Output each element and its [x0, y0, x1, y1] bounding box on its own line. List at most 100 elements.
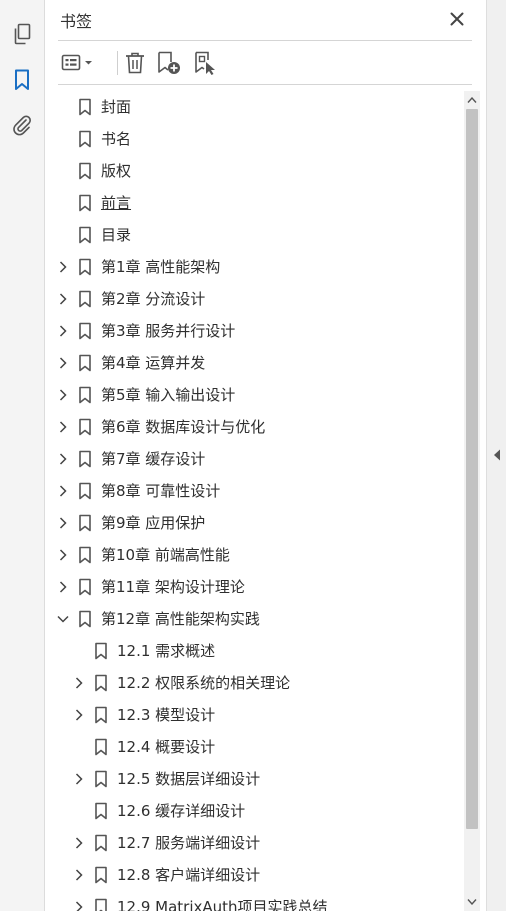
bookmark-panel: 书签 封面 书名 版权 前言 目录 第1章 高性能架构 第2章 分流设计 第3章… — [46, 0, 486, 911]
chevron-right-icon[interactable] — [72, 899, 86, 911]
chevron-right-icon[interactable] — [56, 419, 70, 435]
delete-bookmark-icon[interactable] — [122, 48, 148, 78]
bookmark-label: 第10章 前端高性能 — [101, 546, 230, 564]
chevron-right-icon[interactable] — [72, 675, 86, 691]
bookmark-item[interactable]: 第6章 数据库设计与优化 — [46, 411, 462, 443]
chevron-right-icon[interactable] — [56, 579, 70, 595]
bookmark-icon — [78, 418, 92, 436]
bookmark-label: 12.3 模型设计 — [117, 706, 216, 724]
pane-splitter[interactable] — [486, 0, 506, 911]
bookmark-item[interactable]: 目录 — [46, 219, 462, 251]
bookmark-item[interactable]: 12.9 MatrixAuth项目实践总结 — [46, 891, 462, 911]
bookmark-icon — [78, 546, 92, 564]
bookmark-toolbar — [58, 46, 472, 80]
bookmark-item[interactable]: 版权 — [46, 155, 462, 187]
new-bookmark-icon[interactable] — [154, 48, 184, 78]
vertical-scrollbar[interactable] — [464, 91, 480, 911]
bookmark-icon — [78, 514, 92, 532]
bookmark-label: 第7章 缓存设计 — [101, 450, 206, 468]
bookmark-item[interactable]: 第8章 可靠性设计 — [46, 475, 462, 507]
bookmark-icon — [94, 802, 108, 820]
bookmark-item[interactable]: 12.7 服务端详细设计 — [46, 827, 462, 859]
bookmark-from-selection-icon[interactable] — [190, 48, 220, 78]
bookmark-item[interactable]: 12.3 模型设计 — [46, 699, 462, 731]
bookmark-item[interactable]: 前言 — [46, 187, 462, 219]
chevron-right-icon[interactable] — [56, 323, 70, 339]
bookmark-label: 12.7 服务端详细设计 — [117, 834, 261, 852]
bookmark-label: 第4章 运算并发 — [101, 354, 206, 372]
bookmark-icon — [94, 674, 108, 692]
bookmark-item[interactable]: 第10章 前端高性能 — [46, 539, 462, 571]
bookmark-icon — [78, 610, 92, 628]
bookmark-icon — [78, 578, 92, 596]
bookmark-label: 12.6 缓存详细设计 — [117, 802, 246, 820]
bookmark-icon — [94, 770, 108, 788]
scroll-up-arrow-icon[interactable] — [464, 93, 480, 107]
bookmark-item[interactable]: 第12章 高性能架构实践 — [46, 603, 462, 635]
bookmark-item[interactable]: 第9章 应用保护 — [46, 507, 462, 539]
bookmark-icon — [94, 898, 108, 911]
bookmark-label: 12.8 客户端详细设计 — [117, 866, 261, 884]
bookmark-icon — [78, 386, 92, 404]
chevron-right-icon[interactable] — [56, 515, 70, 531]
bookmark-icon — [94, 738, 108, 756]
bookmark-label: 封面 — [101, 98, 132, 116]
bookmark-label: 第1章 高性能架构 — [101, 258, 221, 276]
close-icon[interactable] — [446, 8, 468, 30]
chevron-right-icon[interactable] — [56, 259, 70, 275]
bookmark-label: 12.5 数据层详细设计 — [117, 770, 261, 788]
bookmark-label: 12.1 需求概述 — [117, 642, 216, 660]
chevron-right-icon[interactable] — [56, 451, 70, 467]
bookmark-label: 第8章 可靠性设计 — [101, 482, 221, 500]
bookmark-item[interactable]: 12.1 需求概述 — [46, 635, 462, 667]
chevron-right-icon[interactable] — [72, 771, 86, 787]
chevron-right-icon[interactable] — [56, 355, 70, 371]
scrollbar-thumb[interactable] — [466, 109, 478, 829]
bookmark-item[interactable]: 第4章 运算并发 — [46, 347, 462, 379]
collapse-arrow-icon[interactable] — [491, 447, 503, 463]
bookmark-icon — [78, 482, 92, 500]
bookmark-label: 第12章 高性能架构实践 — [101, 610, 260, 628]
bookmark-label: 第11章 架构设计理论 — [101, 578, 245, 596]
bookmark-label: 第5章 输入输出设计 — [101, 386, 236, 404]
bookmark-label: 版权 — [101, 162, 132, 180]
bookmark-item[interactable]: 第3章 服务并行设计 — [46, 315, 462, 347]
bookmark-icon — [78, 258, 92, 276]
bookmark-item[interactable]: 12.4 概要设计 — [46, 731, 462, 763]
bookmark-item[interactable]: 第1章 高性能架构 — [46, 251, 462, 283]
bookmark-item[interactable]: 第11章 架构设计理论 — [46, 571, 462, 603]
bookmark-label: 第9章 应用保护 — [101, 514, 206, 532]
chevron-right-icon[interactable] — [72, 867, 86, 883]
options-menu-icon[interactable] — [60, 48, 98, 78]
chevron-down-icon[interactable] — [56, 611, 70, 627]
scroll-down-arrow-icon[interactable] — [464, 895, 480, 909]
bookmark-label: 前言 — [101, 194, 132, 212]
chevron-right-icon[interactable] — [72, 707, 86, 723]
bookmark-label: 第2章 分流设计 — [101, 290, 206, 308]
bookmark-item[interactable]: 12.5 数据层详细设计 — [46, 763, 462, 795]
chevron-right-icon[interactable] — [56, 387, 70, 403]
chevron-right-icon[interactable] — [56, 547, 70, 563]
bookmark-item[interactable]: 12.2 权限系统的相关理论 — [46, 667, 462, 699]
bookmark-icon — [78, 162, 92, 180]
chevron-right-icon[interactable] — [72, 835, 86, 851]
bookmark-item[interactable]: 第5章 输入输出设计 — [46, 379, 462, 411]
bookmark-icon[interactable] — [6, 64, 38, 96]
bookmark-icon — [94, 706, 108, 724]
bookmark-icon — [78, 322, 92, 340]
attachment-icon[interactable] — [6, 109, 38, 141]
chevron-right-icon[interactable] — [56, 483, 70, 499]
bookmark-item[interactable]: 封面 — [46, 91, 462, 123]
bookmark-icon — [94, 834, 108, 852]
chevron-right-icon[interactable] — [56, 291, 70, 307]
bookmark-item[interactable]: 书名 — [46, 123, 462, 155]
pages-icon[interactable] — [6, 18, 38, 50]
toolbar-separator — [117, 51, 118, 75]
header-divider — [58, 40, 472, 41]
bookmark-label: 书名 — [101, 130, 132, 148]
bookmark-item[interactable]: 12.6 缓存详细设计 — [46, 795, 462, 827]
bookmark-icon — [78, 194, 92, 212]
bookmark-item[interactable]: 12.8 客户端详细设计 — [46, 859, 462, 891]
bookmark-item[interactable]: 第2章 分流设计 — [46, 283, 462, 315]
bookmark-item[interactable]: 第7章 缓存设计 — [46, 443, 462, 475]
